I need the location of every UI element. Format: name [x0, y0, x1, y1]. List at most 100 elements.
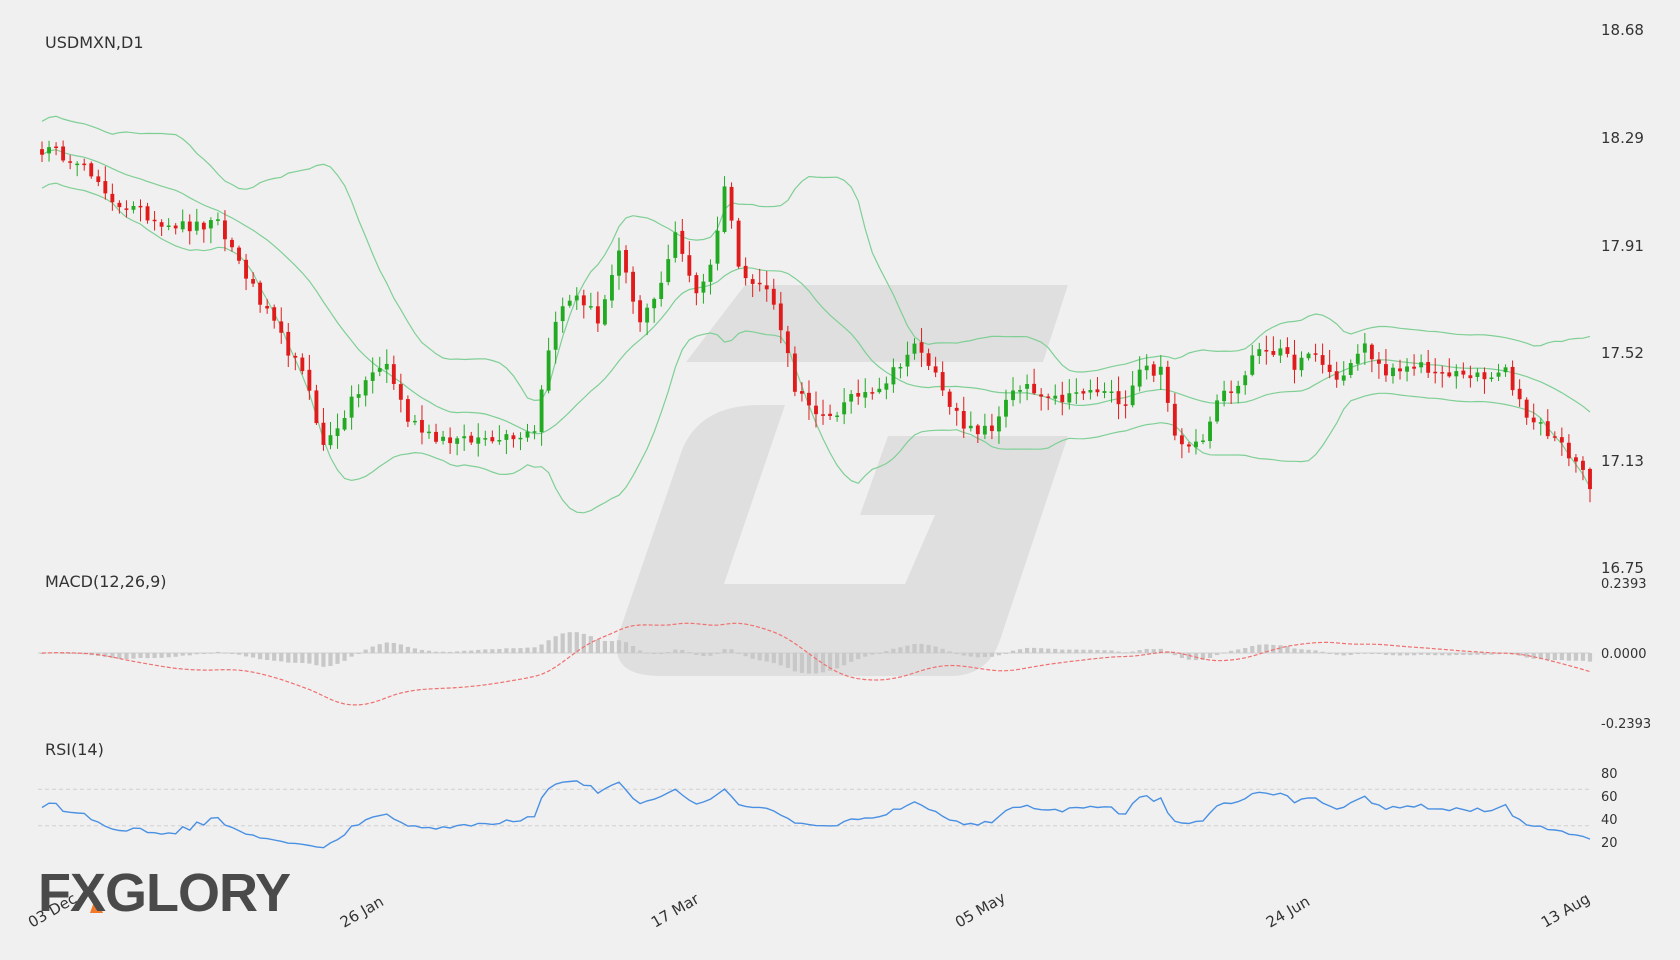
macd-histogram-bar: [813, 653, 819, 674]
candle-body: [1398, 368, 1402, 372]
candle: [279, 307, 284, 344]
candle-body: [884, 383, 889, 390]
candle: [1046, 393, 1051, 411]
candle-body: [595, 306, 600, 324]
candle-body: [1165, 366, 1170, 403]
candle-body: [736, 220, 741, 267]
candle: [420, 405, 424, 445]
candle-body: [1151, 364, 1156, 376]
candle-body: [370, 372, 375, 381]
candle-body: [1440, 372, 1445, 374]
candle: [1004, 389, 1008, 428]
candle: [1039, 388, 1044, 411]
candle-body: [75, 163, 80, 166]
price-tick-label: 17.52: [1601, 344, 1644, 362]
candle-body: [694, 275, 699, 294]
candle-body: [441, 436, 446, 441]
macd-histogram-bar: [891, 648, 896, 653]
candle-body: [989, 425, 994, 432]
candle-body: [286, 331, 291, 356]
candle-body: [1538, 422, 1543, 424]
candle-body: [799, 391, 804, 394]
candle: [1053, 384, 1058, 405]
candle-body: [1524, 399, 1529, 418]
macd-histogram-bar: [1468, 653, 1473, 656]
candle-body: [835, 415, 840, 418]
candle-body: [201, 222, 206, 230]
macd-histogram-bar: [469, 650, 474, 653]
price-tick-label: 18.29: [1601, 129, 1644, 147]
macd-histogram-bar: [652, 653, 657, 654]
macd-histogram-bar: [553, 636, 558, 653]
candle: [680, 218, 685, 262]
macd-histogram-bar: [701, 653, 706, 657]
candle-body: [455, 438, 460, 444]
candle-body: [785, 331, 790, 354]
candle: [884, 376, 889, 400]
macd-histogram-bar: [1032, 647, 1037, 653]
candle-body: [1510, 366, 1515, 391]
macd-histogram-bar: [1214, 653, 1220, 656]
candle: [1496, 363, 1501, 382]
macd-histogram-bar: [778, 653, 783, 666]
candle: [1405, 358, 1409, 382]
macd-histogram-bar: [989, 653, 995, 657]
candle-body: [581, 295, 586, 306]
candle-body: [532, 431, 537, 433]
macd-histogram-bar: [1243, 648, 1248, 653]
candle-body: [251, 279, 256, 284]
candle-body: [898, 366, 903, 369]
candle-body: [778, 303, 783, 331]
candle: [574, 287, 579, 310]
candle: [363, 376, 368, 407]
candle: [1566, 434, 1571, 467]
candle-body: [173, 225, 178, 229]
candle: [588, 292, 593, 310]
macd-histogram-bar: [300, 653, 305, 663]
candle: [1384, 349, 1388, 382]
candle-body: [511, 435, 516, 440]
candle: [1215, 394, 1220, 424]
candle: [131, 201, 136, 214]
candle: [208, 217, 213, 244]
candle: [1299, 351, 1304, 377]
candle: [40, 141, 44, 162]
candle: [694, 272, 699, 306]
candle-body: [1489, 377, 1494, 380]
macd-histogram-bar: [898, 647, 903, 653]
candle: [1376, 352, 1381, 379]
candle: [89, 161, 94, 179]
macd-histogram-bar: [574, 632, 579, 653]
candle-body: [1313, 353, 1318, 355]
macd-histogram-bar: [560, 633, 565, 653]
macd-histogram-bar: [166, 653, 171, 658]
candle-body: [1130, 385, 1135, 406]
candle: [546, 337, 551, 394]
candle-body: [715, 230, 720, 264]
candle: [1503, 364, 1508, 377]
macd-histogram-bar: [1285, 646, 1290, 653]
macd-histogram-bar: [321, 653, 326, 667]
candle: [1165, 360, 1170, 412]
macd-histogram-bar: [1369, 653, 1374, 654]
candle-body: [68, 161, 73, 163]
candle-body: [124, 208, 129, 210]
candle: [1025, 374, 1030, 401]
candle: [595, 291, 600, 332]
candle-body: [863, 392, 868, 398]
candle: [61, 140, 66, 163]
macd-histogram-bar: [180, 653, 185, 656]
candle: [722, 176, 727, 234]
macd-histogram-bar: [1320, 651, 1325, 653]
macd-histogram-bar: [1447, 653, 1452, 656]
candle-body: [1264, 350, 1269, 352]
candle: [1559, 427, 1564, 456]
macd-histogram-bar: [1426, 653, 1431, 656]
candle: [1447, 358, 1452, 378]
candle-body: [1355, 353, 1360, 364]
candle: [1201, 434, 1205, 445]
date-tick-label: 26 Jan: [337, 892, 387, 931]
candle-body: [1201, 440, 1205, 442]
candle-body: [1306, 353, 1311, 359]
candle-body: [1011, 390, 1015, 401]
